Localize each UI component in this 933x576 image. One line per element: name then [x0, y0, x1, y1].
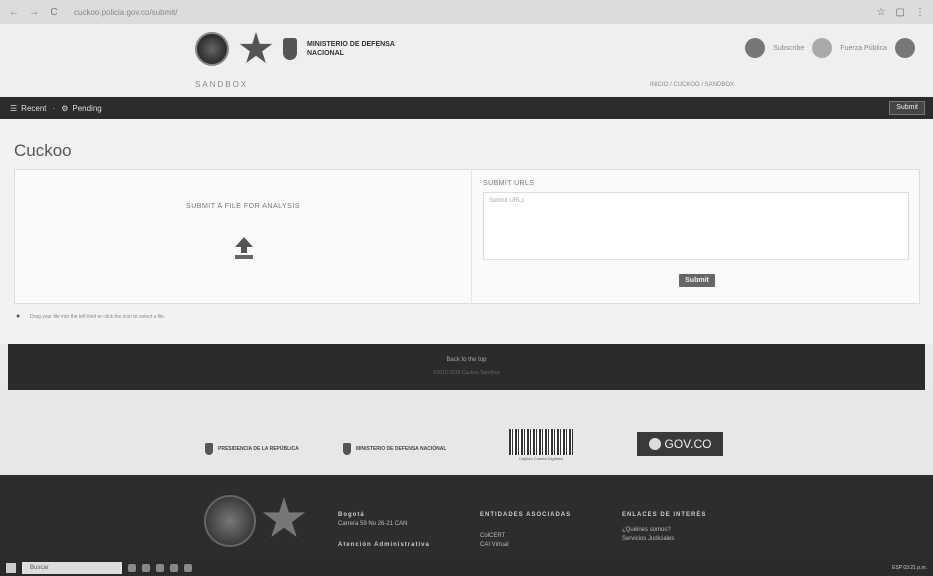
breadcrumb: INICIO / CUCKOO / SANDBOX	[650, 82, 735, 88]
nav-submit-button[interactable]: Submit	[889, 101, 925, 115]
page-footer-band: Back to the top ©2010-2018 Cuckoo Sandbo…	[8, 344, 925, 390]
info-icon: ●	[16, 313, 21, 320]
upload-title: SUBMIT A FILE FOR ANALYSIS	[186, 203, 300, 210]
page-title: Cuckoo	[14, 141, 72, 160]
os-taskbar: Buscar ESP 03:21 p.m.	[0, 560, 933, 576]
address-bar[interactable]: cuckoo.policia.gov.co/submit/	[74, 8, 177, 17]
explorer-icon[interactable]	[156, 564, 164, 572]
back-to-top-link[interactable]: Back to the top	[8, 357, 925, 363]
urls-title: SUBMIT URLS	[483, 180, 535, 187]
url-submit-area: SUBMIT URLS Submit URLs Submit	[471, 170, 921, 305]
police-seal-icon	[195, 32, 229, 66]
footer-link-2[interactable]: Servicios Judiciales	[622, 535, 706, 544]
site-header: MINISTERIO DE DEFENSA NACIONAL SANDBOX I…	[0, 24, 933, 96]
star-emblem-icon	[239, 32, 273, 63]
barcode-caption: Capitán Cuenta Digitales	[518, 456, 564, 461]
mail-icon[interactable]	[184, 564, 192, 572]
presidency-logo[interactable]: PRESIDENCIA DE LA REPÚBLICA	[205, 443, 299, 455]
menu-icon[interactable]: ⋮	[915, 7, 925, 18]
barcode-logo[interactable]	[509, 429, 573, 455]
footer-entities: ENTIDADES ASOCIADAS ColCERT CAI Virtual	[480, 511, 571, 550]
gov-badge-icon	[648, 438, 661, 450]
ministry-name: MINISTERIO DE DEFENSA NACIONAL	[307, 41, 395, 57]
browser-toolbar: ← → C cuckoo.policia.gov.co/submit/ ☆ ▢ …	[0, 0, 933, 24]
taskbar-search[interactable]: Buscar	[22, 562, 122, 574]
user-link-1[interactable]: Subscribe	[773, 45, 804, 52]
govco-logo[interactable]: GOV.CO	[637, 432, 723, 456]
star-emblem-icon	[262, 497, 306, 538]
nav-recent-label: Recent	[21, 103, 47, 113]
submit-card: SUBMIT A FILE FOR ANALYSIS SUBMIT URLS S…	[14, 169, 921, 305]
upload-hint: Drag your file into the left field or cl…	[30, 314, 166, 320]
upload-icon[interactable]	[231, 235, 257, 261]
chrome-icon[interactable]	[170, 564, 178, 572]
start-icon[interactable]	[6, 563, 16, 573]
footer-attention: Atención Administrativa	[338, 542, 430, 548]
nav-pending[interactable]: ⚙ Pending	[61, 104, 102, 113]
profile-icon[interactable]	[895, 38, 915, 58]
footer-links: ENLACES DE INTERÉS ¿Quiénes somos? Servi…	[622, 511, 706, 544]
star-icon[interactable]: ☆	[877, 7, 886, 18]
edge-icon[interactable]	[142, 564, 150, 572]
forward-icon[interactable]: →	[28, 7, 40, 18]
list-icon: ☰	[10, 103, 18, 113]
urls-textarea[interactable]: Submit URLs	[483, 192, 909, 260]
gears-icon: ⚙	[61, 103, 69, 113]
links-heading: ENLACES DE INTERÉS	[622, 512, 707, 518]
task-view-icon[interactable]	[128, 564, 136, 572]
police-seal-icon	[204, 495, 256, 547]
govco-label: GOV.CO	[664, 437, 712, 451]
coat-of-arms-icon	[343, 443, 351, 455]
site-footer: Bogotá Carrera 59 No 26-21 CAN Atención …	[0, 475, 933, 560]
back-icon[interactable]: ←	[8, 7, 20, 18]
main-nav: ☰ Recent · ⚙ Pending Submit	[0, 97, 933, 119]
reload-icon[interactable]: C	[48, 7, 60, 18]
entity-link-1[interactable]: ColCERT	[480, 532, 571, 541]
ministry-label: MINISTERIO DE DEFENSA NACIONAL	[356, 446, 447, 452]
coat-of-arms-icon	[283, 38, 297, 60]
presidency-label: PRESIDENCIA DE LA REPÚBLICA	[218, 446, 299, 452]
extensions-icon[interactable]: ▢	[896, 7, 905, 18]
entities-heading: ENTIDADES ASOCIADAS	[480, 512, 572, 518]
footer-contact: Bogotá Carrera 59 No 26-21 CAN Atención …	[338, 511, 430, 550]
entity-link-2[interactable]: CAI Virtual	[480, 541, 571, 550]
nav-recent[interactable]: ☰ Recent	[10, 104, 47, 113]
footer-link-1[interactable]: ¿Quiénes somos?	[622, 526, 706, 535]
avatar[interactable]	[745, 38, 766, 58]
clock[interactable]: ESP 03:21 p.m.	[892, 565, 927, 571]
ministry-logo[interactable]: MINISTERIO DE DEFENSA NACIONAL	[343, 443, 453, 455]
sandbox-label: SANDBOX	[195, 80, 249, 89]
nav-pending-label: Pending	[72, 103, 102, 113]
coat-of-arms-icon	[205, 443, 213, 455]
submit-button[interactable]: Submit	[679, 274, 715, 287]
partner-logos: PRESIDENCIA DE LA REPÚBLICA MINISTERIO D…	[0, 390, 933, 475]
user-link-2[interactable]: Fuerza Pública	[840, 45, 887, 52]
footer-address: Carrera 59 No 26-21 CAN	[338, 521, 408, 527]
footer-city: Bogotá	[338, 512, 365, 518]
main-panel: Cuckoo SUBMIT A FILE FOR ANALYSIS SUBMIT…	[0, 119, 933, 344]
powered-by: ©2010-2018 Cuckoo Sandbox	[432, 370, 501, 376]
file-upload-area[interactable]: SUBMIT A FILE FOR ANALYSIS	[15, 170, 471, 305]
system-tray: ESP 03:21 p.m.	[892, 565, 927, 571]
separator: ·	[52, 103, 56, 113]
avatar-secondary[interactable]	[812, 38, 833, 58]
